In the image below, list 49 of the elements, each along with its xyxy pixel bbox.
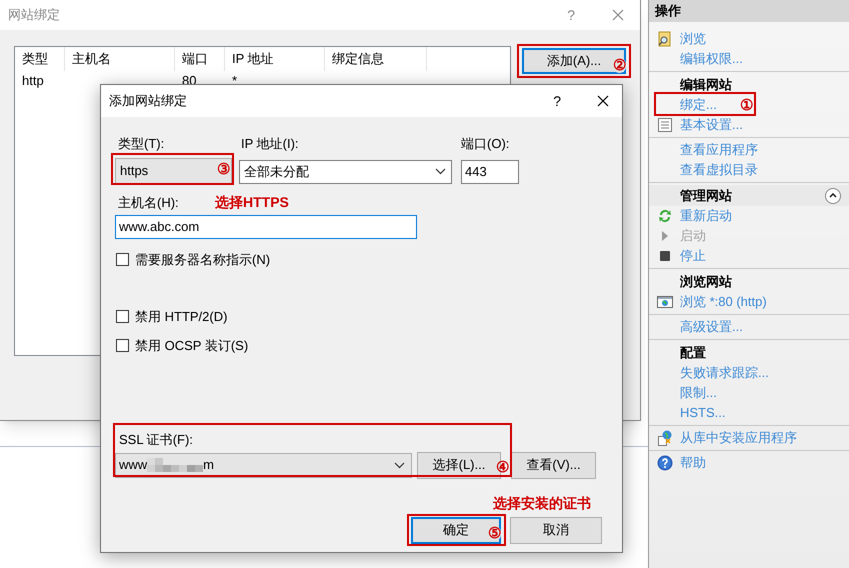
- annotation-note: 选择安装的证书: [493, 494, 591, 513]
- annotation-note: 选择HTTPS: [215, 193, 289, 212]
- column-header[interactable]: 主机名: [65, 47, 175, 71]
- section-heading: 浏览网站: [680, 272, 732, 291]
- chevron-icon: [435, 168, 446, 175]
- host-name-field[interactable]: www.abc.com: [115, 214, 417, 238]
- column-header[interactable]: 端口: [175, 47, 225, 71]
- checkbox-label[interactable]: 禁用 OCSP 装订(S): [135, 336, 248, 356]
- step-number: ③: [217, 162, 230, 177]
- checkbox-label[interactable]: 禁用 HTTP/2(D): [135, 306, 228, 326]
- cancel-button[interactable]: 取消: [510, 516, 602, 544]
- checkbox[interactable]: [116, 253, 129, 266]
- browser-globe-icon: [657, 294, 673, 310]
- dialog-title: 添加网站绑定: [109, 92, 187, 110]
- action-link: 启动: [680, 227, 706, 246]
- checkbox-label[interactable]: 需要服务器名称指示(N): [135, 250, 270, 270]
- collapse-icon[interactable]: [825, 188, 841, 204]
- table-cell-text: *: [232, 72, 238, 90]
- field-label: 类型(T):: [117, 135, 166, 153]
- checkbox[interactable]: [116, 339, 129, 352]
- chevron-icon: [394, 462, 405, 468]
- close-icon[interactable]: [597, 95, 609, 107]
- globe-document-icon: [657, 430, 673, 446]
- redaction-mosaic: [147, 458, 204, 472]
- section-heading: 编辑网站: [680, 76, 732, 94]
- certificate-dropdown[interactable]: www m: [115, 452, 412, 478]
- checkbox[interactable]: [116, 310, 129, 323]
- help-button[interactable]: ?: [553, 90, 561, 112]
- refresh-icon: [657, 208, 673, 224]
- column-header[interactable]: IP 地址: [225, 47, 325, 71]
- table-cell-text: http: [22, 72, 44, 90]
- field-label: 主机名(H):: [117, 194, 180, 212]
- stop-icon: [657, 248, 673, 264]
- folder-magnifier-icon: [657, 31, 673, 47]
- column-header[interactable]: 类型: [15, 47, 65, 71]
- panel-title: 操作: [655, 2, 681, 20]
- section-heading: 配置: [680, 344, 706, 362]
- view-button[interactable]: 查看(V)...: [511, 452, 596, 478]
- step-number: ①: [740, 98, 753, 113]
- column-header[interactable]: 绑定信息: [325, 47, 427, 71]
- field-label: IP 地址(I):: [240, 135, 300, 153]
- help-icon: [657, 455, 673, 471]
- section-heading: 管理网站: [680, 186, 732, 205]
- document-list-icon: [657, 117, 673, 133]
- field-label: SSL 证书(F):: [118, 432, 194, 448]
- field-label: 端口(O):: [461, 135, 510, 153]
- ip-address-dropdown[interactable]: 全部未分配: [239, 160, 452, 184]
- window-title: 网站绑定: [8, 6, 60, 24]
- port-field[interactable]: 443: [461, 160, 519, 184]
